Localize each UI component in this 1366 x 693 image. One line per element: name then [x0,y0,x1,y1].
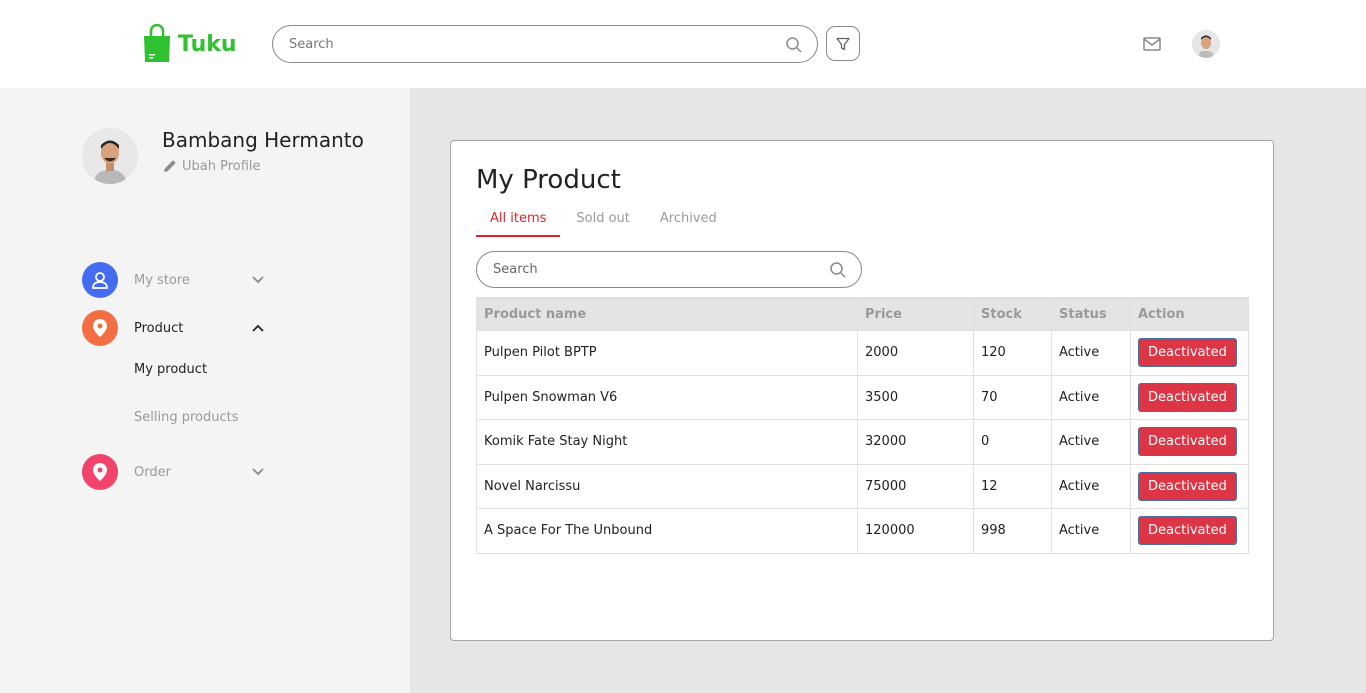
product-tabs: All items Sold out Archived [476,207,733,237]
chevron-up-icon [252,324,264,332]
stock-cell: 0 [973,419,1052,465]
sidebar-subitem-my-product[interactable]: My product [134,362,207,377]
shopping-bag-icon [144,24,170,62]
chevron-down-icon [252,276,264,284]
edit-profile-link[interactable]: Ubah Profile [162,158,261,174]
price-cell: 32000 [857,419,974,465]
price-cell: 3500 [857,374,974,420]
status-cell: Active [1051,330,1131,376]
brand-name: Tuku [178,31,237,57]
price-cell: 120000 [857,508,974,554]
product-name-cell: A Space For The Unbound [476,508,858,554]
sidebar-item-label: Product [134,320,184,336]
product-name-cell: Komik Fate Stay Night [476,419,858,465]
deactivated-button[interactable]: Deactivated [1138,338,1237,368]
deactivated-button[interactable]: Deactivated [1138,427,1237,457]
status-cell: Active [1051,419,1131,465]
status-cell: Active [1051,463,1131,509]
sidebar-item-label: My store [134,272,190,288]
search-icon[interactable] [785,36,803,54]
profile-avatar-image [82,128,138,184]
table-row: Pulpen Pilot BPTP 2000 120 Active Deacti… [476,330,1249,376]
filter-button[interactable] [826,26,860,61]
profile-name: Bambang Hermanto [162,128,364,152]
user-icon [82,262,118,298]
table-header-row: Product name Price Stock Status Action [476,297,1249,331]
chevron-down-icon [252,468,264,476]
profile-avatar [82,128,138,184]
product-table: Product name Price Stock Status Action P… [476,297,1249,554]
brand-logo[interactable]: Tuku [142,24,237,64]
tab-archived[interactable]: Archived [646,207,731,237]
stock-cell: 998 [973,508,1052,554]
location-pin-icon [82,454,118,490]
filter-icon [836,37,850,50]
sidebar-item-product[interactable]: Product [82,310,264,346]
page-title: My Product [476,165,621,195]
tab-sold-out[interactable]: Sold out [562,207,644,237]
column-header: Action [1130,297,1249,331]
status-cell: Active [1051,508,1131,554]
avatar-image [1192,30,1220,58]
edit-profile-label: Ubah Profile [182,158,261,174]
deactivated-button[interactable]: Deactivated [1138,382,1237,412]
column-header: Status [1051,297,1131,331]
column-header: Product name [476,297,858,331]
table-row: A Space For The Unbound 120000 998 Activ… [476,508,1249,554]
product-search-bar [476,251,862,288]
table-row: Pulpen Snowman V6 3500 70 Active Deactiv… [476,374,1249,420]
product-name-cell: Pulpen Snowman V6 [476,374,858,420]
table-row: Komik Fate Stay Night 32000 0 Active Dea… [476,419,1249,465]
product-name-cell: Pulpen Pilot BPTP [476,330,858,376]
location-pin-icon [82,310,118,346]
table-row: Novel Narcissu 75000 12 Active Deactivat… [476,463,1249,509]
column-header: Price [857,297,974,331]
stock-cell: 120 [973,330,1052,376]
deactivated-button[interactable]: Deactivated [1138,471,1237,501]
price-cell: 2000 [857,330,974,376]
stock-cell: 12 [973,463,1052,509]
sidebar-subitem-selling-products[interactable]: Selling products [134,410,238,425]
action-cell: Deactivated [1130,419,1249,465]
user-avatar[interactable] [1192,30,1220,58]
sidebar-item-order[interactable]: Order [82,454,264,490]
action-cell: Deactivated [1130,463,1249,509]
product-name-cell: Novel Narcissu [476,463,858,509]
search-icon[interactable] [829,261,847,279]
price-cell: 75000 [857,463,974,509]
stock-cell: 70 [973,374,1052,420]
sidebar-item-my-store[interactable]: My store [82,262,264,298]
product-search-input[interactable] [493,262,813,277]
status-cell: Active [1051,374,1131,420]
column-header: Stock [973,297,1052,331]
tab-all-items[interactable]: All items [476,207,561,237]
sidebar-item-label: Order [134,464,171,480]
product-card: My Product All items Sold out Archived P… [450,140,1274,641]
main-content: My Product All items Sold out Archived P… [410,88,1366,693]
top-search-bar [272,25,818,63]
deactivated-button[interactable]: Deactivated [1138,516,1237,546]
action-cell: Deactivated [1130,508,1249,554]
mail-icon[interactable] [1142,35,1162,53]
action-cell: Deactivated [1130,330,1249,376]
top-bar: Tuku [0,0,1366,88]
top-search-input[interactable] [289,36,769,52]
sidebar: Bambang Hermanto Ubah Profile My store P… [0,88,410,693]
action-cell: Deactivated [1130,374,1249,420]
pencil-icon [164,160,176,172]
